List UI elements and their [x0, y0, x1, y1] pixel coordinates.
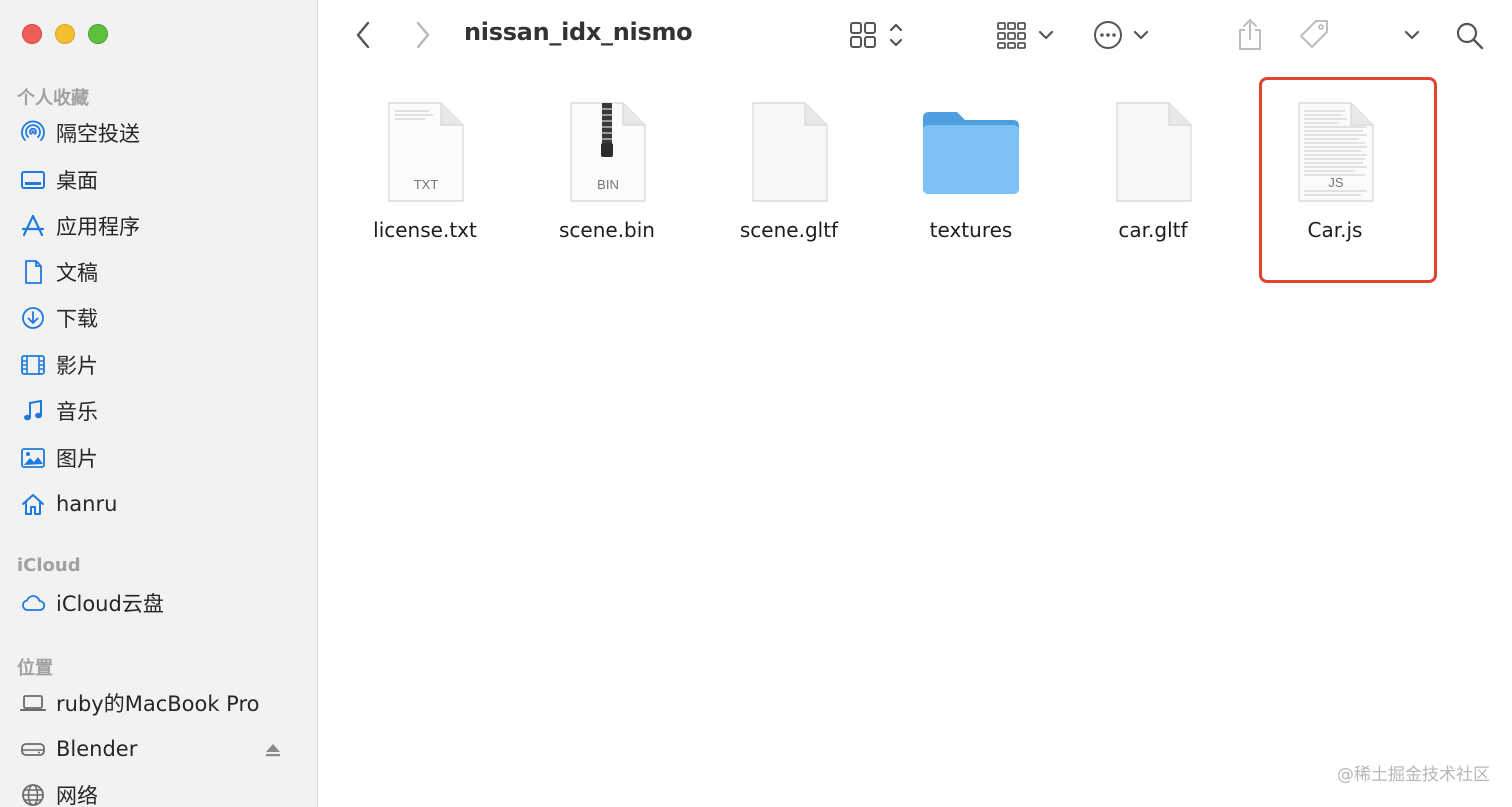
chevron-down-icon — [1404, 30, 1420, 40]
sidebar-item-label: 网络 — [56, 784, 98, 807]
folder-item[interactable]: textures — [880, 98, 1062, 258]
file-name: scene.bin — [559, 218, 655, 242]
folder-name: textures — [929, 218, 1013, 242]
disk-icon — [18, 734, 48, 764]
file-name: license.txt — [373, 218, 477, 242]
icloud-section-title: iCloud — [17, 555, 81, 576]
file-item[interactable]: BIN scene.bin — [516, 98, 698, 258]
sidebar-item-label: 图片 — [56, 447, 98, 471]
forward-button[interactable] — [410, 17, 434, 53]
sidebar-item-label: hanru — [56, 492, 118, 516]
file-item[interactable]: TXT license.txt — [334, 98, 516, 258]
music-icon — [18, 396, 48, 426]
file-item[interactable]: car.gltf — [1062, 98, 1244, 258]
applications-icon — [18, 211, 48, 241]
text-file-icon: TXT — [370, 98, 480, 208]
folder-title: nissan_idx_nismo — [464, 18, 693, 46]
more-toolbar-button[interactable] — [1400, 17, 1424, 53]
sidebar-item-icloud-drive[interactable]: iCloud云盘 — [18, 585, 164, 621]
documents-icon — [18, 257, 48, 287]
watermark: @稀土掘金技术社区 — [1337, 765, 1490, 785]
laptop-icon — [18, 688, 48, 718]
icon-view-icon — [850, 22, 903, 48]
view-mode-button[interactable] — [848, 17, 908, 53]
share-button[interactable] — [1234, 17, 1266, 53]
search-icon — [1456, 22, 1484, 50]
zoom-window-button[interactable] — [88, 24, 108, 44]
window-controls — [22, 24, 108, 44]
favorites-section-title: 个人收藏 — [17, 88, 89, 109]
file-name: scene.gltf — [739, 218, 839, 242]
sidebar-item-movies[interactable]: 影片 — [18, 347, 98, 383]
home-icon — [18, 489, 48, 519]
sidebar-item-label: 影片 — [56, 354, 98, 378]
desktop-icon — [18, 165, 48, 195]
sidebar-item-label: Blender — [56, 737, 138, 761]
sidebar-item-home[interactable]: hanru — [18, 486, 117, 522]
blank-file-icon — [734, 98, 844, 208]
close-window-button[interactable] — [22, 24, 42, 44]
eject-icon[interactable] — [264, 741, 282, 759]
sidebar-item-downloads[interactable]: 下载 — [18, 300, 98, 336]
sidebar-item-music[interactable]: 音乐 — [18, 393, 98, 429]
minimize-window-button[interactable] — [55, 24, 75, 44]
sidebar-item-airdrop[interactable]: 隔空投送 — [18, 115, 140, 151]
sidebar-item-pictures[interactable]: 图片 — [18, 440, 98, 476]
chevron-right-icon — [416, 21, 430, 49]
airdrop-icon — [18, 118, 48, 148]
search-button[interactable] — [1454, 17, 1486, 53]
movies-icon — [18, 350, 48, 380]
group-view-icon — [997, 22, 1054, 49]
tags-button[interactable] — [1296, 17, 1332, 53]
file-item[interactable]: scene.gltf — [698, 98, 880, 258]
downloads-icon — [18, 303, 48, 333]
svg-text:BIN: BIN — [597, 177, 619, 192]
sidebar-item-desktop[interactable]: 桌面 — [18, 162, 98, 198]
file-name: car.gltf — [1118, 218, 1188, 242]
sidebar-item-blender[interactable]: Blender — [18, 731, 137, 767]
back-button[interactable] — [352, 17, 376, 53]
share-icon — [1239, 19, 1261, 50]
sidebar-item-applications[interactable]: 应用程序 — [18, 208, 140, 244]
cloud-icon — [18, 588, 48, 618]
sidebar-item-label: 下载 — [56, 307, 98, 331]
zip-file-icon: BIN — [552, 98, 662, 208]
sidebar: 个人收藏 隔空投送 桌面 应用程序 文稿 下载 影片 音乐 图片 hanru i… — [0, 0, 318, 807]
sidebar-item-network[interactable]: 网络 — [18, 777, 98, 807]
folder-icon — [916, 98, 1026, 208]
sidebar-item-macbook[interactable]: ruby的MacBook Pro — [18, 685, 260, 721]
sidebar-item-label: 隔空投送 — [56, 122, 140, 146]
sidebar-item-label: iCloud云盘 — [56, 592, 164, 616]
sidebar-item-label: 文稿 — [56, 261, 98, 285]
sidebar-item-label: 音乐 — [56, 400, 98, 424]
group-button[interactable] — [995, 17, 1059, 53]
sidebar-item-documents[interactable]: 文稿 — [18, 254, 98, 290]
svg-text:TXT: TXT — [414, 177, 439, 192]
network-icon — [18, 780, 48, 807]
sidebar-item-label: 应用程序 — [56, 215, 140, 239]
pictures-icon — [18, 443, 48, 473]
sidebar-item-label: ruby的MacBook Pro — [56, 692, 260, 716]
locations-section-title: 位置 — [17, 658, 53, 679]
blank-file-icon — [1098, 98, 1208, 208]
ellipsis-circle-icon — [1094, 21, 1149, 49]
highlight-box — [1259, 77, 1437, 283]
chevron-left-icon — [356, 21, 370, 49]
sidebar-item-label: 桌面 — [56, 169, 98, 193]
action-button[interactable] — [1092, 17, 1152, 53]
tag-icon — [1300, 20, 1328, 48]
